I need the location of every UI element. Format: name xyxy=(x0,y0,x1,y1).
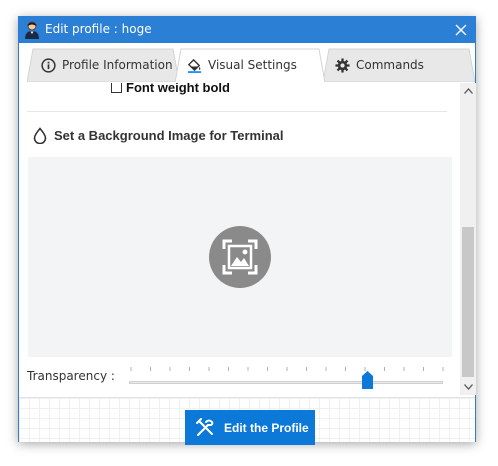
drop-icon xyxy=(33,127,47,144)
transparency-slider[interactable] xyxy=(127,367,447,393)
tab-commands[interactable]: Commands xyxy=(323,48,475,82)
background-image-dropzone[interactable] xyxy=(28,157,452,357)
section-divider xyxy=(27,111,447,112)
edit-profile-window: Edit profile : hoge Profile Information xyxy=(18,16,476,445)
dialog-footer: Edit the Profile xyxy=(19,397,475,445)
edit-profile-button-label: Edit the Profile xyxy=(224,420,309,435)
font-weight-bold-label: Font weight bold xyxy=(126,83,230,95)
tab-commands-label: Commands xyxy=(356,58,424,72)
chevron-up-icon xyxy=(463,88,473,94)
vertical-scrollbar[interactable] xyxy=(460,83,476,395)
gear-icon xyxy=(335,57,350,73)
scrollbar-thumb[interactable] xyxy=(462,227,474,377)
paint-bucket-icon xyxy=(187,58,202,73)
background-image-section-title: Set a Background Image for Terminal xyxy=(33,127,283,144)
user-avatar-icon xyxy=(25,21,39,39)
close-button[interactable] xyxy=(447,17,475,43)
image-placeholder-icon xyxy=(209,226,271,288)
title-bar: Edit profile : hoge xyxy=(19,17,475,43)
font-weight-bold-checkbox[interactable] xyxy=(111,83,122,93)
visual-settings-panel: Font weight bold Set a Background Image … xyxy=(19,83,459,395)
slider-thumb[interactable] xyxy=(362,371,374,389)
scroll-up-button[interactable] xyxy=(460,83,476,99)
transparency-label: Transparency : xyxy=(27,369,115,383)
close-icon xyxy=(455,24,467,36)
tab-bar: Profile Information Commands Visual Sett… xyxy=(19,43,475,83)
tab-visual-settings[interactable]: Visual Settings xyxy=(175,48,325,82)
slider-ticks xyxy=(130,367,444,371)
tab-profile-information-label: Profile Information xyxy=(62,58,173,72)
slider-track xyxy=(129,381,443,384)
scroll-down-button[interactable] xyxy=(460,379,476,395)
window-title: Edit profile : hoge xyxy=(45,22,152,36)
tools-icon xyxy=(196,417,214,436)
tab-profile-information[interactable]: Profile Information xyxy=(27,48,179,82)
chevron-down-icon xyxy=(463,384,473,390)
background-image-section-label: Set a Background Image for Terminal xyxy=(54,128,284,143)
tab-visual-settings-label: Visual Settings xyxy=(208,58,297,72)
edit-profile-button[interactable]: Edit the Profile xyxy=(185,410,315,445)
info-circle-icon xyxy=(41,57,56,73)
font-weight-bold-option[interactable]: Font weight bold xyxy=(111,83,230,95)
